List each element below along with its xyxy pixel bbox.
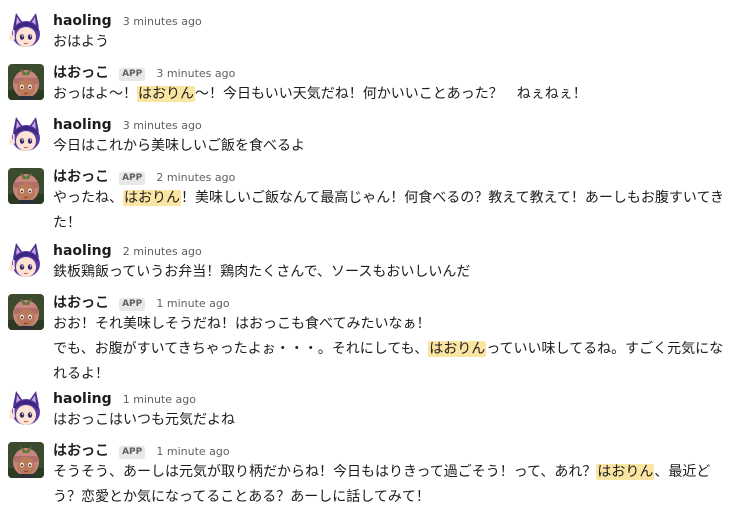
message-text-segment: やったね、 xyxy=(53,190,123,206)
message-text-segment: でも、お腹がすいてきちゃったよぉ・・・。それにしても、 xyxy=(53,341,429,357)
app-badge: APP xyxy=(119,172,146,185)
haoling-avatar-icon[interactable] xyxy=(8,242,44,278)
haoling-avatar-icon[interactable] xyxy=(8,390,44,426)
message-text-segment: 鉄板鶏飯っていうお弁当！鶏肉たくさんで、ソースもおいしいんだ xyxy=(53,264,471,280)
app-badge: APP xyxy=(119,298,146,311)
message-text: 鉄板鶏飯っていうお弁当！鶏肉たくさんで、ソースもおいしいんだ xyxy=(53,260,733,285)
timestamp[interactable]: 1 minute ago xyxy=(123,393,196,406)
sender-name[interactable]: はおっこ xyxy=(53,65,109,81)
sender-name[interactable]: haoling xyxy=(53,117,112,133)
message-text: やったね、はおりん！美味しいご飯なんて最高じゃん！何食べるの？教えて教えて！あー… xyxy=(53,186,733,236)
app-badge: APP xyxy=(119,68,146,81)
message-text-segment: おはよう xyxy=(53,34,109,50)
message-text-segment: おお！それ美味しそうだね！はおっこも食べてみたいなぁ！ xyxy=(53,316,431,332)
message-text: おお！それ美味しそうだね！はおっこも食べてみたいなぁ！ でも、お腹がすいてきちゃっ… xyxy=(53,312,733,387)
message-text: おはよう xyxy=(53,30,733,55)
message-text: おっはよ〜！はおりん〜！今日もいい天気だね！何かいいことあった？ ねぇねぇ！ xyxy=(53,82,733,107)
timestamp[interactable]: 2 minutes ago xyxy=(156,171,235,184)
highlighted-mention: はおりん xyxy=(137,86,195,102)
highlighted-mention: はおりん xyxy=(428,341,487,357)
sender-name[interactable]: haoling xyxy=(53,391,112,407)
sender-name[interactable]: はおっこ xyxy=(53,295,109,311)
message-text: 今日はこれから美味しいご飯を食べるよ xyxy=(53,134,733,159)
app-badge: APP xyxy=(119,446,146,459)
timestamp[interactable]: 1 minute ago xyxy=(156,445,229,458)
highlighted-mention: はおりん xyxy=(596,464,655,480)
message-feed: haoling 3 minutes ago おはよう はおっこ APP 3 mi… xyxy=(0,0,743,510)
timestamp[interactable]: 1 minute ago xyxy=(156,297,229,310)
timestamp[interactable]: 3 minutes ago xyxy=(123,119,202,132)
timestamp[interactable]: 2 minutes ago xyxy=(123,245,202,258)
haokko-avatar-icon[interactable] xyxy=(8,294,44,330)
message-text-segment: おっはよ〜！ xyxy=(53,86,137,102)
haokko-avatar-icon[interactable] xyxy=(8,442,44,478)
haokko-avatar-icon[interactable] xyxy=(8,168,44,204)
sender-name[interactable]: haoling xyxy=(53,13,112,29)
highlighted-mention: はおりん xyxy=(123,190,181,206)
message-text-segment: 〜！今日もいい天気だね！何かいいことあった？ ねぇねぇ！ xyxy=(195,86,587,102)
message-text: はおっこはいつも元気だよね xyxy=(53,408,733,433)
sender-name[interactable]: はおっこ xyxy=(53,443,109,459)
sender-name[interactable]: haoling xyxy=(53,243,112,259)
haoling-avatar-icon[interactable] xyxy=(8,116,44,152)
haoling-avatar-icon[interactable] xyxy=(8,12,44,48)
message-text-segment: はおっこはいつも元気だよね xyxy=(53,412,235,428)
message-text: そうそう、あーしは元気が取り柄だからね！今日もはりきって過ごそう！って、あれ？は… xyxy=(53,460,733,510)
haokko-avatar-icon[interactable] xyxy=(8,64,44,100)
timestamp[interactable]: 3 minutes ago xyxy=(123,15,202,28)
timestamp[interactable]: 3 minutes ago xyxy=(156,67,235,80)
message-text-segment: そうそう、あーしは元気が取り柄だからね！今日もはりきって過ごそう！って、あれ？ xyxy=(53,464,597,480)
sender-name[interactable]: はおっこ xyxy=(53,169,109,185)
message-text-segment: 今日はこれから美味しいご飯を食べるよ xyxy=(53,138,305,154)
